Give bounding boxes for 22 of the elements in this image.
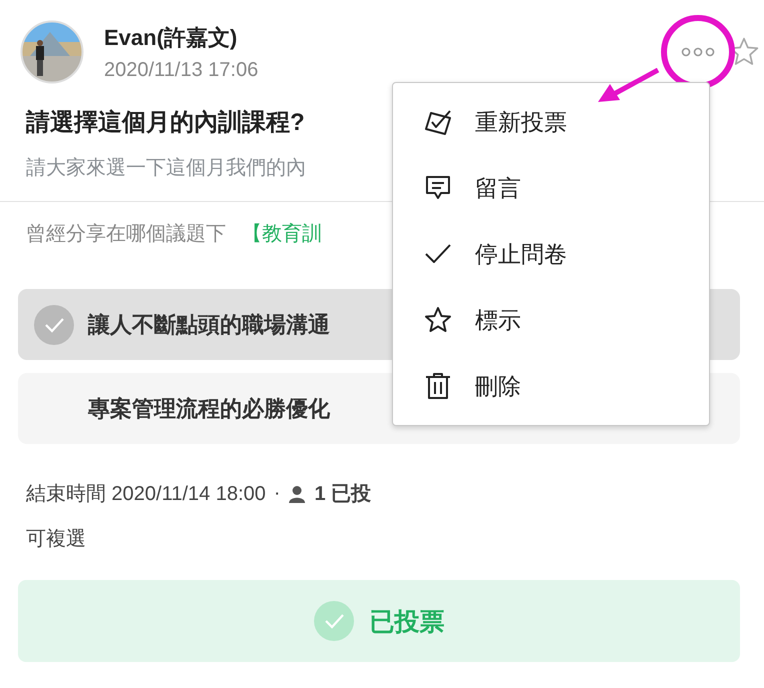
- menu-item[interactable]: 停止問卷: [393, 221, 709, 287]
- check-icon: [314, 601, 354, 641]
- menu-item[interactable]: 重新投票: [393, 89, 709, 155]
- topic-label: 曾經分享在哪個議題下: [26, 223, 226, 245]
- trash-icon: [423, 371, 453, 401]
- author-name[interactable]: Evan(許嘉文): [104, 22, 238, 52]
- person-icon: [288, 484, 306, 502]
- option-text: 專案管理流程的必勝優化: [88, 394, 330, 422]
- check-icon: [34, 304, 74, 344]
- menu-item[interactable]: 標示: [393, 287, 709, 353]
- more-icon: [681, 47, 715, 57]
- star-icon: [423, 305, 453, 335]
- multiple-choice-note: 可複選: [26, 527, 86, 552]
- poll-title: 請選擇這個月的內訓課程?: [26, 108, 305, 138]
- pointer-arrow: [596, 68, 660, 104]
- menu-item[interactable]: 留言: [393, 155, 709, 221]
- post-time: 2020/11/13 17:06: [104, 58, 258, 82]
- end-time: 結束時間 2020/11/14 18:00: [26, 482, 266, 507]
- separator-dot: ·: [274, 482, 280, 505]
- voter-count: 1 已投: [314, 482, 372, 507]
- poll-description: 請大家來選一下這個月我們的內: [26, 156, 306, 181]
- option-text: 讓人不斷點頭的職場溝通: [88, 310, 330, 338]
